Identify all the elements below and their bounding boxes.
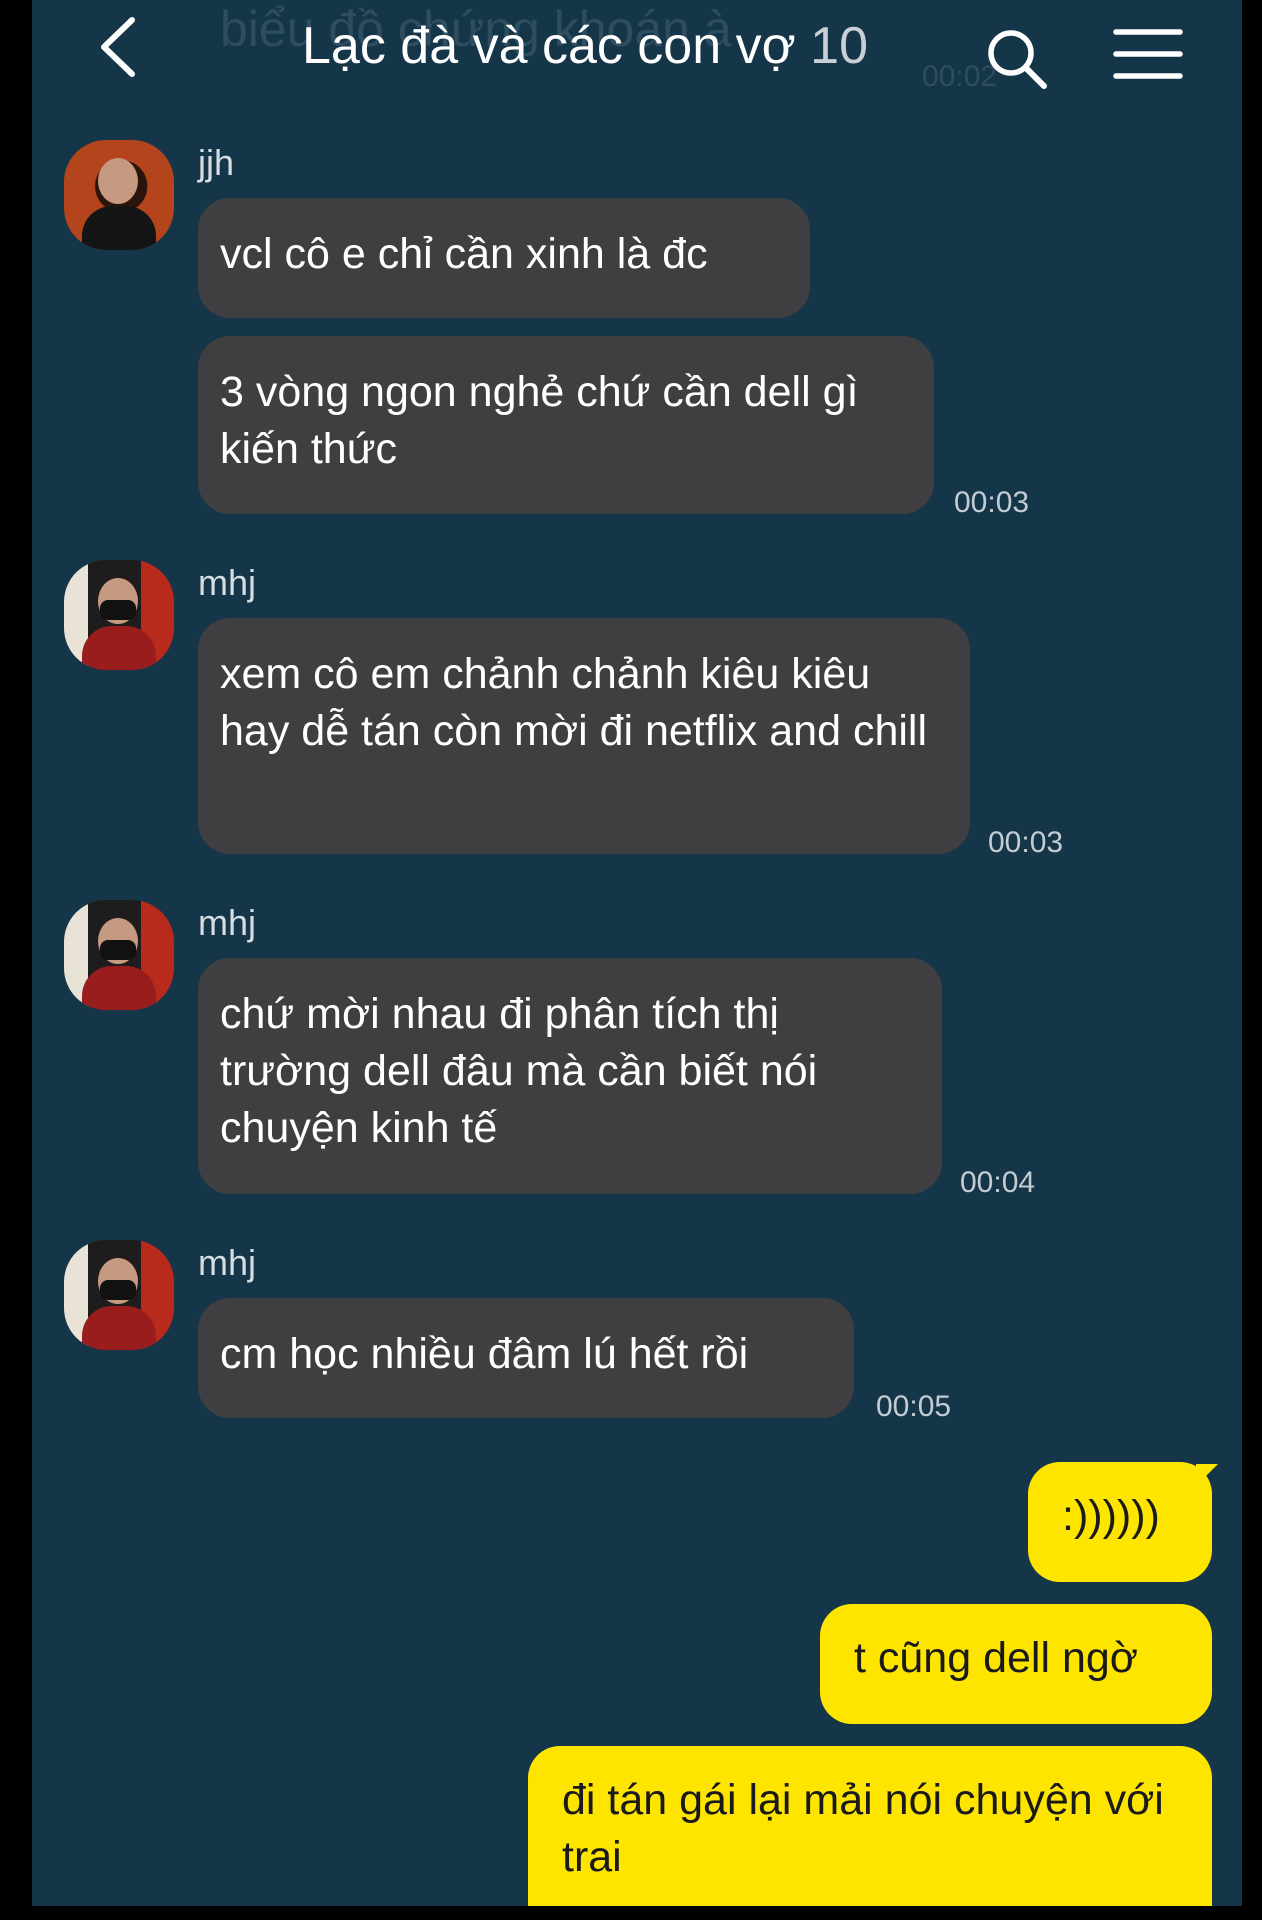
avatar-shirt [82, 966, 156, 1010]
message-time: 00:03 [988, 826, 1064, 859]
menu-icon [1113, 29, 1183, 79]
message-bubble[interactable]: vcl cô e chỉ cần xinh là đc [198, 198, 810, 318]
avatar-face [98, 158, 138, 204]
message-time: 00:03 [954, 486, 1030, 519]
back-button[interactable] [90, 12, 150, 82]
chat-title: Lạc đà và các con vợ 10 [302, 16, 868, 76]
sender-name: jjh [198, 142, 235, 183]
avatar-mask [100, 600, 136, 620]
avatar[interactable] [64, 560, 174, 670]
avatar-mask [100, 940, 136, 960]
my-message-bubble[interactable]: đi tán gái lại mải nói chuyện với trai [528, 1746, 1212, 1906]
avatar-shirt [82, 206, 156, 250]
menu-button[interactable] [1110, 24, 1186, 84]
search-icon [988, 30, 1047, 89]
sender-name: mhj [198, 1242, 257, 1283]
message-bubble[interactable]: chứ mời nhau đi phân tích thị trường del… [198, 958, 942, 1194]
message-time: 00:04 [960, 1166, 1036, 1199]
message-bubble[interactable]: 3 vòng ngon nghẻ chứ cần dell gì kiến th… [198, 336, 934, 514]
my-message-bubble[interactable]: :)))))) [1028, 1462, 1212, 1582]
avatar[interactable] [64, 140, 174, 250]
message-bubble[interactable]: xem cô em chảnh chảnh kiêu kiêu hay dễ t… [198, 618, 970, 854]
avatar-mask [100, 1280, 136, 1300]
sender-name: mhj [198, 902, 257, 943]
avatar[interactable] [64, 1240, 174, 1350]
back-arrow-icon [101, 17, 135, 77]
message-time: 00:05 [876, 1390, 952, 1423]
avatar[interactable] [64, 900, 174, 1010]
chat-screen: biểu đồ chứng khoán à 00:02 Lạc đà và cá… [32, 0, 1242, 1906]
search-button[interactable] [982, 24, 1052, 94]
my-bubble-tail [1196, 1464, 1218, 1486]
sender-name: mhj [198, 562, 257, 603]
my-message-bubble[interactable]: t cũng dell ngờ [820, 1604, 1212, 1724]
avatar-shirt [82, 1306, 156, 1350]
chat-name: Lạc đà và các con vợ [302, 17, 796, 75]
member-count: 10 [810, 17, 868, 75]
message-bubble[interactable]: cm học nhiều đâm lú hết rồi [198, 1298, 854, 1418]
avatar-shirt [82, 626, 156, 670]
